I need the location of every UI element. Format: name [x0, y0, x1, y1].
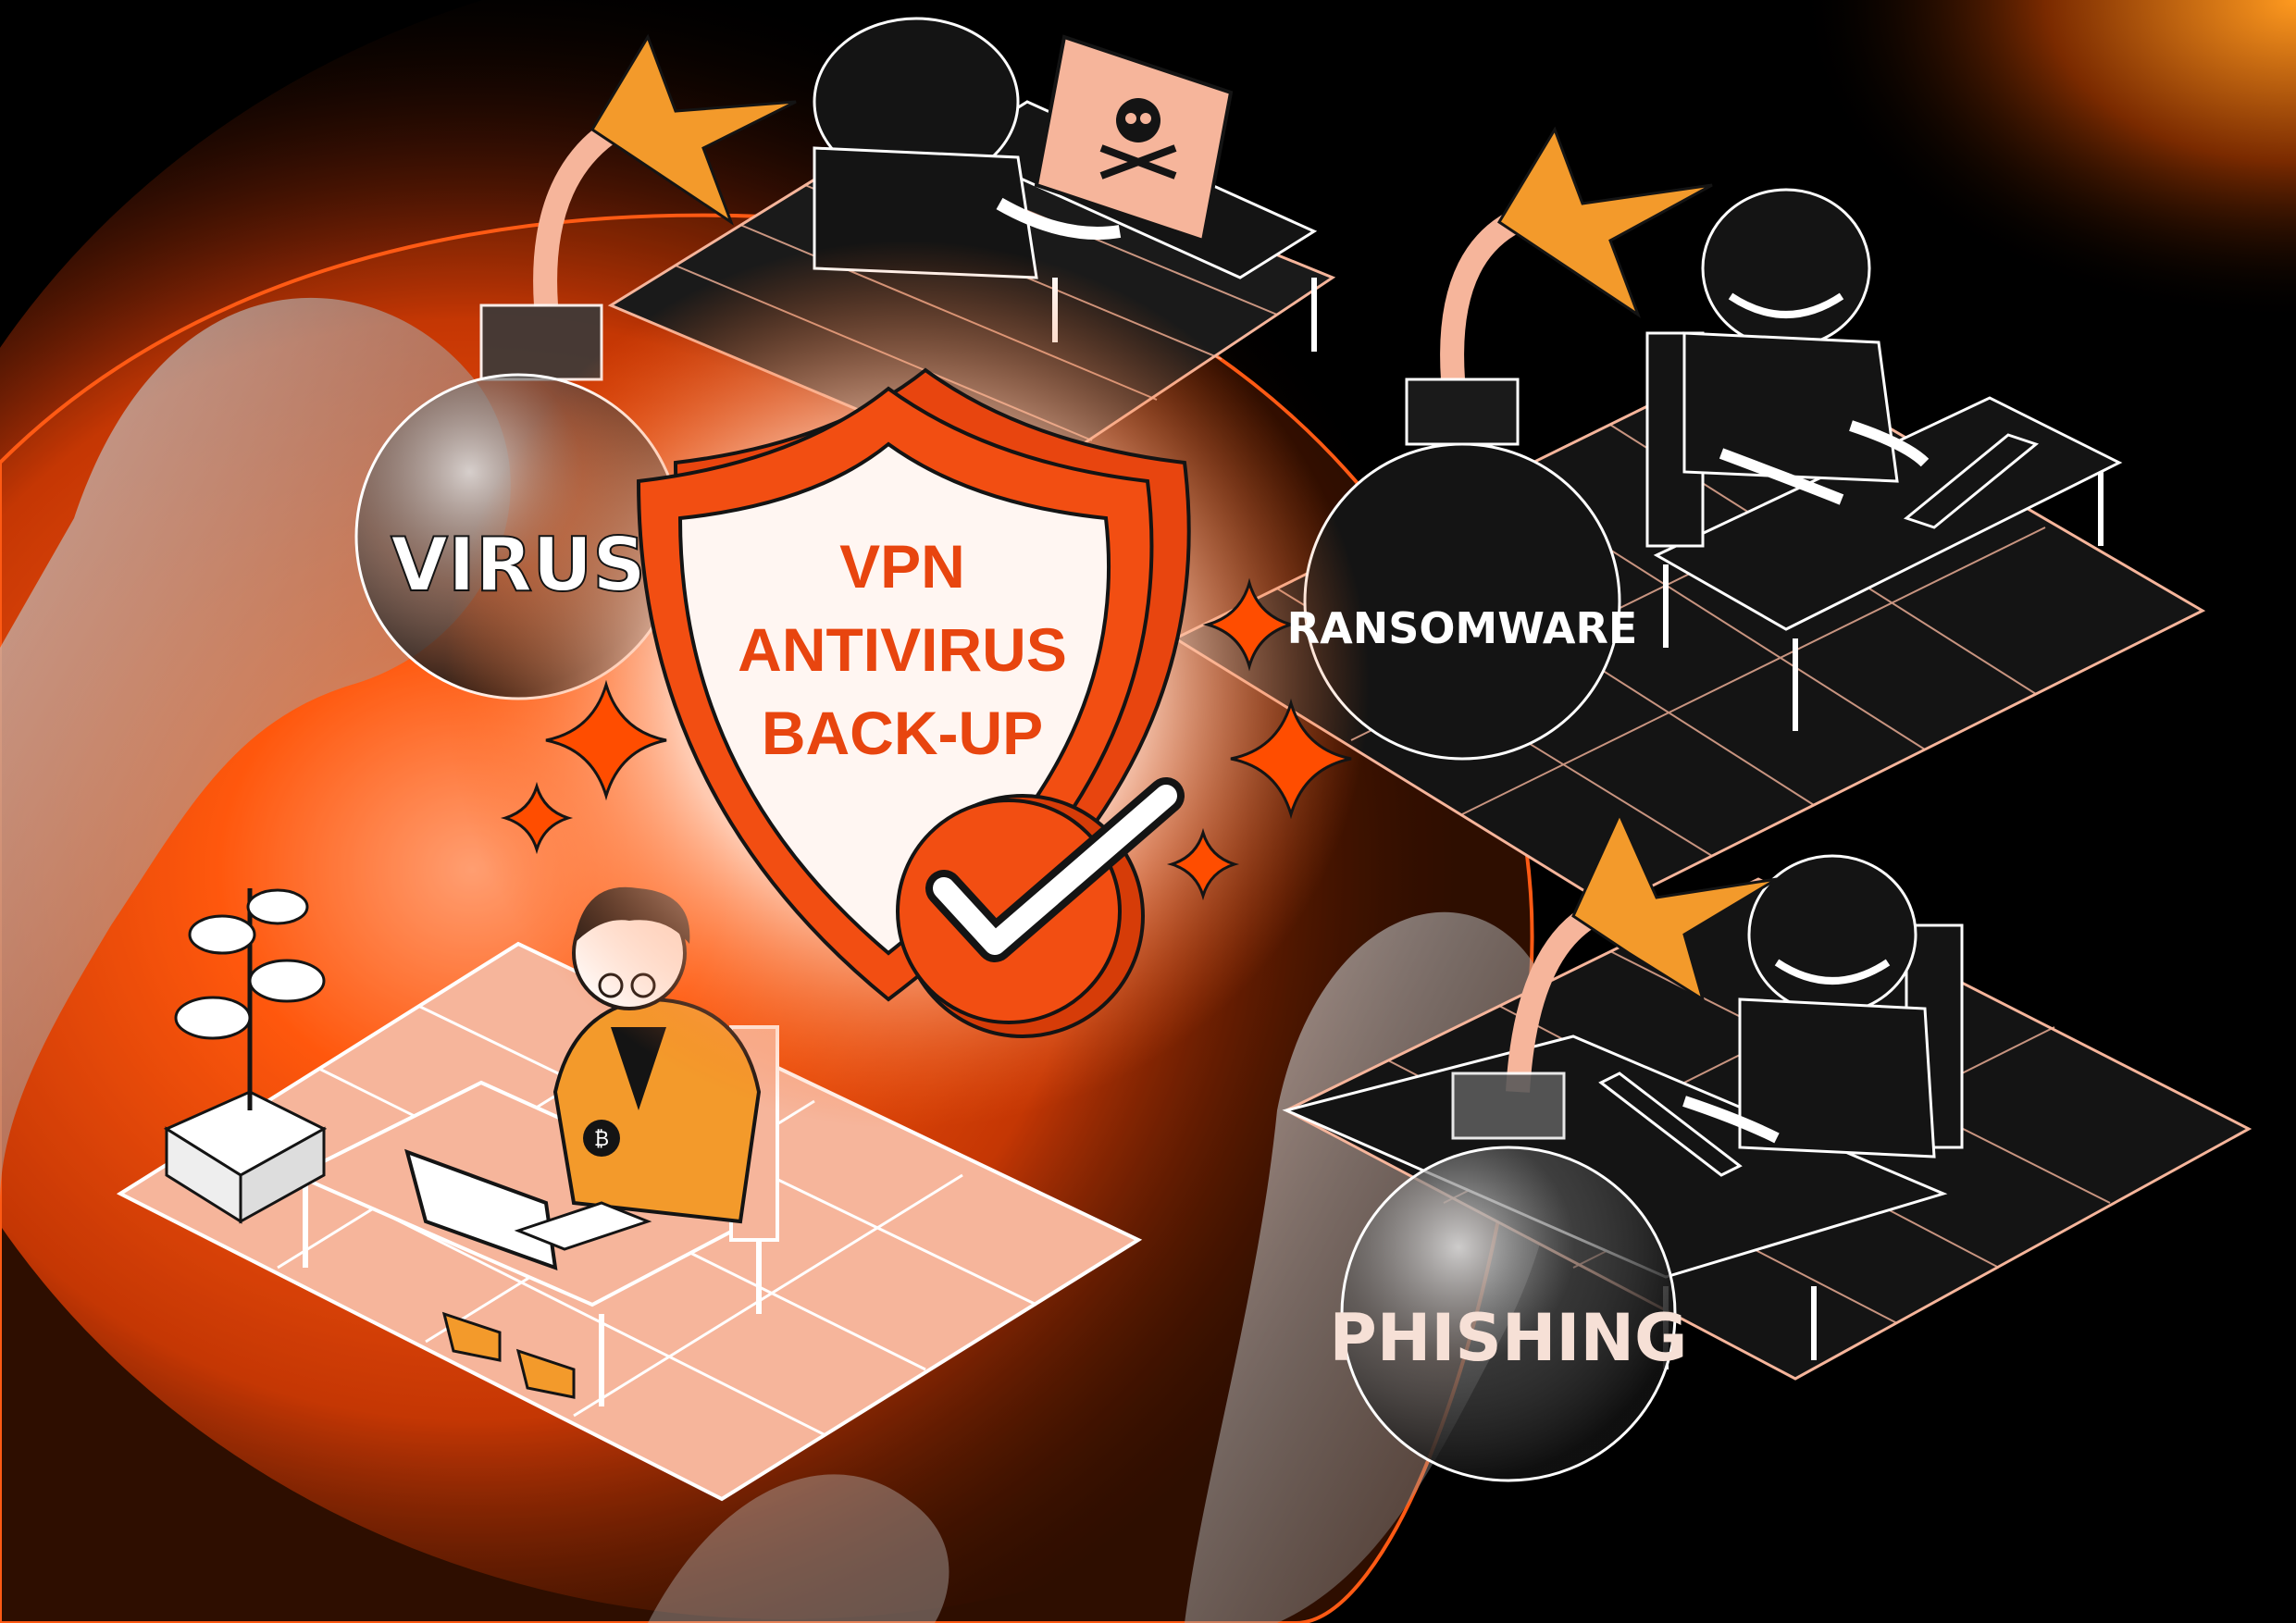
svg-text:₿: ₿ [594, 1128, 609, 1151]
threat-label-virus: VIRUS [391, 522, 646, 608]
shield-line-vpn: VPN [839, 532, 965, 601]
cybersecurity-illustration: ₿ VPN ANTIVIRUS BACK-UP VIRUS RANSOMWARE… [0, 0, 2296, 1623]
threat-label-phishing: PHISHING [1329, 1300, 1687, 1376]
bitcoin-icon: ₿ [583, 1120, 620, 1157]
shield-line-backup: BACK-UP [762, 699, 1043, 767]
shield-line-antivirus: ANTIVIRUS [738, 615, 1067, 684]
threat-label-ransomware: RANSOMWARE [1287, 603, 1638, 653]
